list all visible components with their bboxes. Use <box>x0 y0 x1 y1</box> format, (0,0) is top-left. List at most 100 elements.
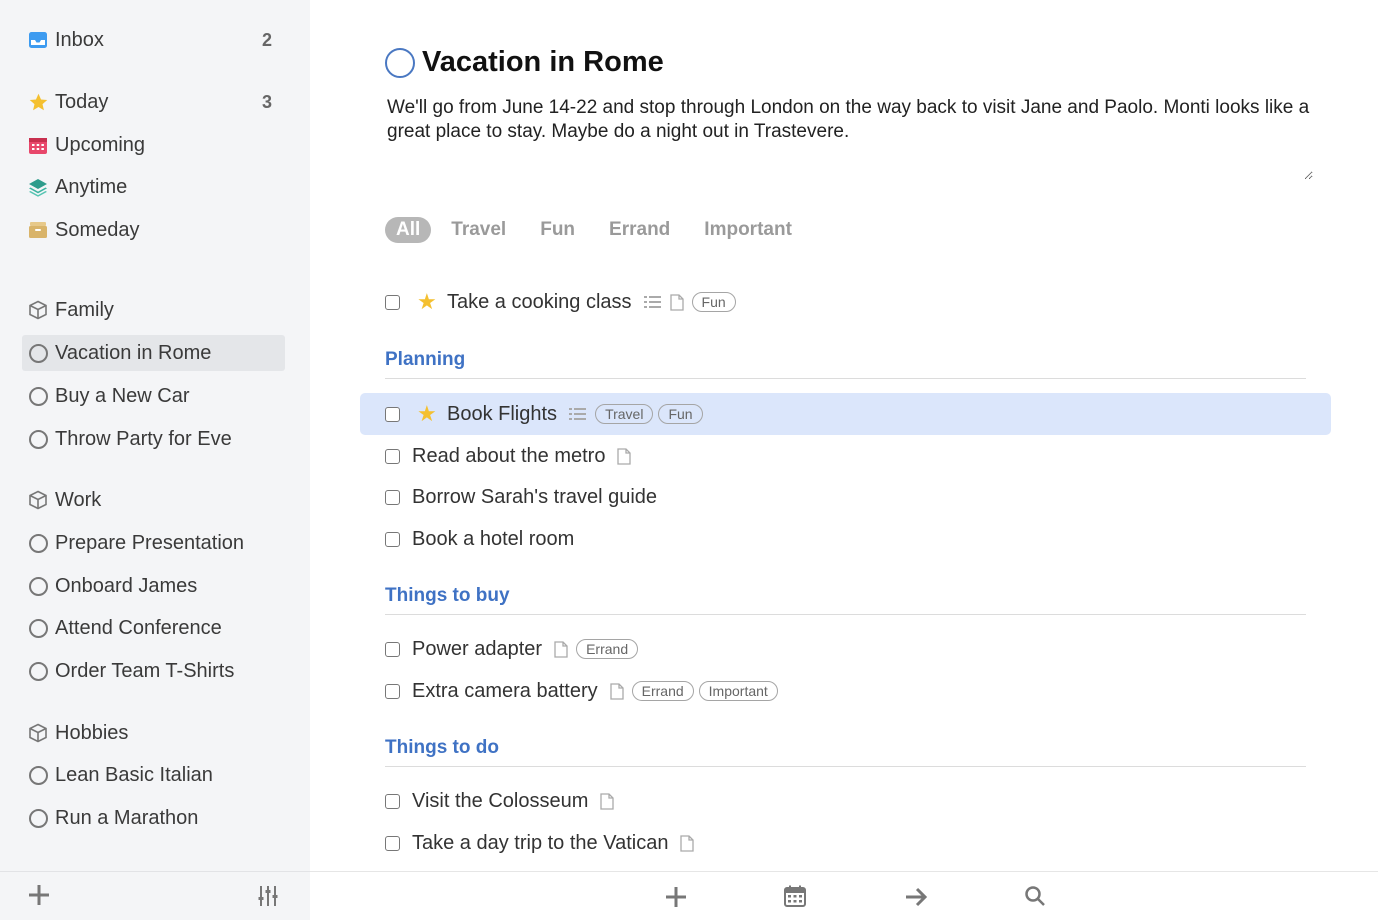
project-view: Vacation in Rome All Travel Fun Errand I… <box>310 0 1378 920</box>
task-title: Take a cooking class <box>447 290 632 313</box>
filter-travel[interactable]: Travel <box>451 217 506 243</box>
project-circle-icon <box>27 660 49 682</box>
sidebar-project-lean-basic-italian[interactable]: Lean Basic Italian <box>22 757 285 793</box>
archive-box-icon <box>27 219 49 241</box>
sidebar-item-label: Prepare Presentation <box>55 531 245 554</box>
note-icon <box>609 682 624 700</box>
star-icon: ★ <box>417 401 437 426</box>
search-icon[interactable] <box>1023 884 1049 910</box>
task-checkbox[interactable] <box>385 641 400 657</box>
sidebar-item-label: Throw Party for Eve <box>55 427 232 450</box>
sidebar-project-run-a-marathon[interactable]: Run a Marathon <box>22 800 285 836</box>
tag-important[interactable]: Important <box>698 681 778 701</box>
sidebar-project-order-team-t-shirts[interactable]: Order Team T-Shirts <box>22 653 285 689</box>
sidebar-item-label: Onboard James <box>55 574 198 597</box>
sidebar-item-today[interactable]: Today 3 <box>22 84 285 120</box>
task-checkbox[interactable] <box>385 489 400 505</box>
project-circle-icon <box>27 385 49 407</box>
sidebar-area-family[interactable]: Family <box>22 292 285 328</box>
sidebar-item-label: Anytime <box>55 175 128 198</box>
tag-errand[interactable]: Errand <box>576 639 639 659</box>
tag-fun[interactable]: Fun <box>658 404 703 424</box>
checklist-icon <box>643 294 662 310</box>
filter-important[interactable]: Important <box>704 217 792 243</box>
task-title: Book a hotel room <box>412 527 575 550</box>
heading-planning[interactable]: Planning <box>385 349 1306 379</box>
project-notes-field[interactable] <box>385 96 1313 180</box>
heading-things-to-do[interactable]: Things to do <box>385 737 1306 767</box>
sidebar-project-buy-a-new-car[interactable]: Buy a New Car <box>22 378 285 414</box>
task-title: Extra camera battery <box>412 679 598 702</box>
project-circle-icon <box>27 617 49 639</box>
task-title: Take a day trip to the Vatican <box>412 831 669 854</box>
project-progress-circle-icon[interactable] <box>385 47 415 78</box>
new-list-plus-icon[interactable] <box>26 882 52 908</box>
heading-things-to-buy[interactable]: Things to buy <box>385 585 1306 615</box>
sidebar-item-anytime[interactable]: Anytime <box>22 169 285 205</box>
sidebar-item-label: Someday <box>55 218 140 241</box>
sidebar-item-label: Upcoming <box>55 133 146 156</box>
task-row[interactable]: Power adapter Errand <box>360 628 1331 670</box>
area-cube-icon <box>27 299 49 321</box>
task-checkbox[interactable] <box>385 448 400 464</box>
sidebar: Inbox 2 Today 3 Upcoming Anytime Someday… <box>0 0 310 920</box>
filter-all[interactable]: All <box>385 217 432 243</box>
sidebar-project-vacation-in-rome[interactable]: Vacation in Rome <box>22 335 285 371</box>
project-title[interactable]: Vacation in Rome <box>422 46 664 79</box>
sidebar-area-work[interactable]: Work <box>22 482 285 518</box>
task-row[interactable]: Extra camera battery Errand Important <box>360 670 1331 712</box>
task-row[interactable]: Book a hotel room <box>360 518 1331 560</box>
sidebar-item-label: Attend Conference <box>55 616 222 639</box>
move-arrow-right-icon[interactable] <box>903 884 929 910</box>
filter-fun[interactable]: Fun <box>540 217 575 243</box>
area-cube-icon <box>27 722 49 744</box>
sidebar-area-hobbies[interactable]: Hobbies <box>22 715 285 751</box>
project-circle-icon <box>27 764 49 786</box>
sidebar-item-label: Work <box>55 488 102 511</box>
task-checkbox[interactable] <box>385 406 400 422</box>
task-row[interactable]: Visit the Colosseum <box>360 780 1331 822</box>
project-circle-icon <box>27 342 49 364</box>
task-checkbox[interactable] <box>385 835 400 851</box>
tag-fun[interactable]: Fun <box>691 292 736 312</box>
sidebar-project-onboard-james[interactable]: Onboard James <box>22 568 285 604</box>
task-checkbox[interactable] <box>385 294 400 310</box>
star-icon <box>27 91 49 113</box>
task-row[interactable]: Borrow Sarah's travel guide <box>360 476 1331 518</box>
sidebar-project-attend-conference[interactable]: Attend Conference <box>22 610 285 646</box>
sidebar-item-upcoming[interactable]: Upcoming <box>22 127 285 163</box>
task-row[interactable]: Take a day trip to the Vatican <box>360 822 1331 864</box>
settings-sliders-icon[interactable] <box>256 884 280 908</box>
note-icon <box>600 792 615 810</box>
sidebar-item-label: Today <box>55 90 109 113</box>
note-icon <box>669 293 684 311</box>
task-title: Borrow Sarah's travel guide <box>412 485 658 508</box>
task-row[interactable]: Read about the metro <box>360 435 1331 477</box>
task-title: Power adapter <box>412 637 543 660</box>
when-calendar-icon[interactable] <box>783 884 809 910</box>
sidebar-project-prepare-presentation[interactable]: Prepare Presentation <box>22 525 285 561</box>
sidebar-item-label: Buy a New Car <box>55 384 190 407</box>
sidebar-project-throw-party-for-eve[interactable]: Throw Party for Eve <box>22 421 285 457</box>
new-todo-plus-icon[interactable] <box>663 884 689 910</box>
tag-travel[interactable]: Travel <box>595 404 654 424</box>
inbox-count-badge: 2 <box>261 29 272 50</box>
project-circle-icon <box>27 575 49 597</box>
tag-errand[interactable]: Errand <box>631 681 694 701</box>
sidebar-item-label: Inbox <box>55 28 104 51</box>
bottom-toolbar <box>310 871 1378 920</box>
filter-errand[interactable]: Errand <box>609 217 670 243</box>
tag-filter-bar: All Travel Fun Errand Important <box>385 217 826 243</box>
task-checkbox[interactable] <box>385 683 400 699</box>
sidebar-item-someday[interactable]: Someday <box>22 212 285 248</box>
note-icon <box>554 640 568 658</box>
inbox-icon <box>27 29 49 51</box>
sidebar-item-label: Hobbies <box>55 721 129 744</box>
task-row-selected[interactable]: ★ Book Flights Travel Fun <box>360 393 1331 435</box>
task-checkbox[interactable] <box>385 793 400 809</box>
sidebar-item-label: Run a Marathon <box>55 806 199 829</box>
task-checkbox[interactable] <box>385 531 400 547</box>
project-circle-icon <box>27 532 49 554</box>
sidebar-item-inbox[interactable]: Inbox 2 <box>22 22 285 58</box>
task-row[interactable]: ★ Take a cooking class Fun <box>360 281 1331 323</box>
